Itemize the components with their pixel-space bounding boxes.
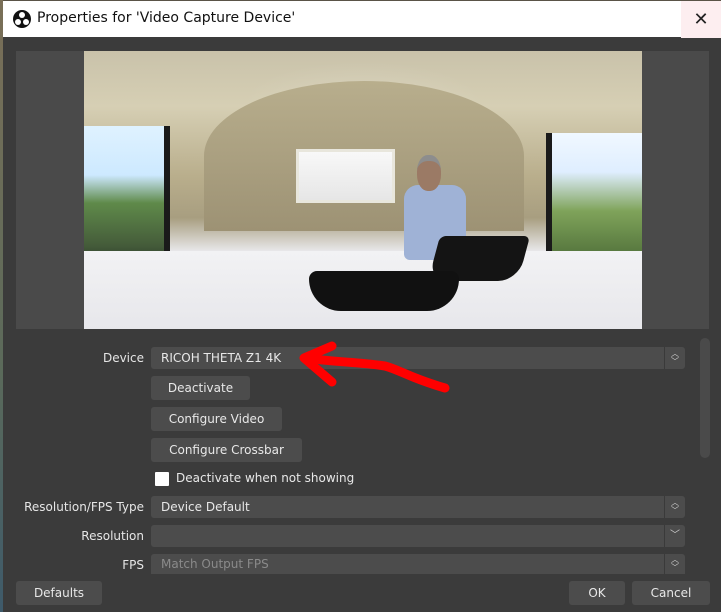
- camera-preview-image: [84, 51, 642, 329]
- preview-person-head: [417, 155, 441, 191]
- close-icon: ✕: [693, 9, 709, 30]
- resolution-fps-type-select[interactable]: Device Default ︿ ﹀: [151, 496, 685, 518]
- resolution-fps-type-value: Device Default: [161, 500, 250, 514]
- preview-keyboard: [309, 271, 459, 311]
- deactivate-button[interactable]: Deactivate: [151, 376, 250, 400]
- title-bar: Properties for 'Video Capture Device' ✕: [3, 0, 721, 38]
- fps-select[interactable]: Match Output FPS ︿ ﹀: [151, 554, 685, 574]
- configure-crossbar-button[interactable]: Configure Crossbar: [151, 438, 302, 462]
- device-value: RICOH THETA Z1 4K: [161, 351, 282, 365]
- chevron-down-icon: ﹀: [664, 525, 685, 547]
- configure-video-button[interactable]: Configure Video: [151, 407, 282, 431]
- window-title: Properties for 'Video Capture Device': [37, 10, 296, 26]
- updown-chevron-icon: ︿ ﹀: [664, 554, 685, 574]
- preview-left-window: [84, 126, 170, 266]
- defaults-button[interactable]: Defaults: [16, 581, 102, 605]
- fps-label: FPS: [122, 558, 144, 572]
- close-button[interactable]: ✕: [681, 1, 721, 38]
- fps-value: Match Output FPS: [161, 557, 269, 571]
- ok-button[interactable]: OK: [569, 581, 625, 605]
- cancel-button[interactable]: Cancel: [632, 581, 710, 605]
- properties-dialog: Properties for 'Video Capture Device' ✕ …: [3, 0, 721, 612]
- deactivate-when-not-showing-checkbox[interactable]: [155, 472, 169, 486]
- red-annotation-arrow: [299, 341, 450, 393]
- resolution-fps-type-label: Resolution/FPS Type: [24, 500, 144, 514]
- preview-right-window: [546, 133, 642, 263]
- preview-middle-window: [296, 149, 395, 203]
- updown-chevron-icon: ︿ ﹀: [664, 496, 685, 518]
- resolution-combobox[interactable]: ﹀: [151, 525, 685, 547]
- video-preview: [16, 51, 709, 329]
- updown-chevron-icon: ︿ ﹀: [664, 347, 685, 369]
- device-label: Device: [102, 351, 144, 365]
- properties-scrollbar[interactable]: [700, 338, 710, 458]
- resolution-label: Resolution: [81, 529, 144, 543]
- deactivate-when-not-showing-label: Deactivate when not showing: [176, 471, 355, 485]
- obs-logo-icon: [13, 10, 31, 28]
